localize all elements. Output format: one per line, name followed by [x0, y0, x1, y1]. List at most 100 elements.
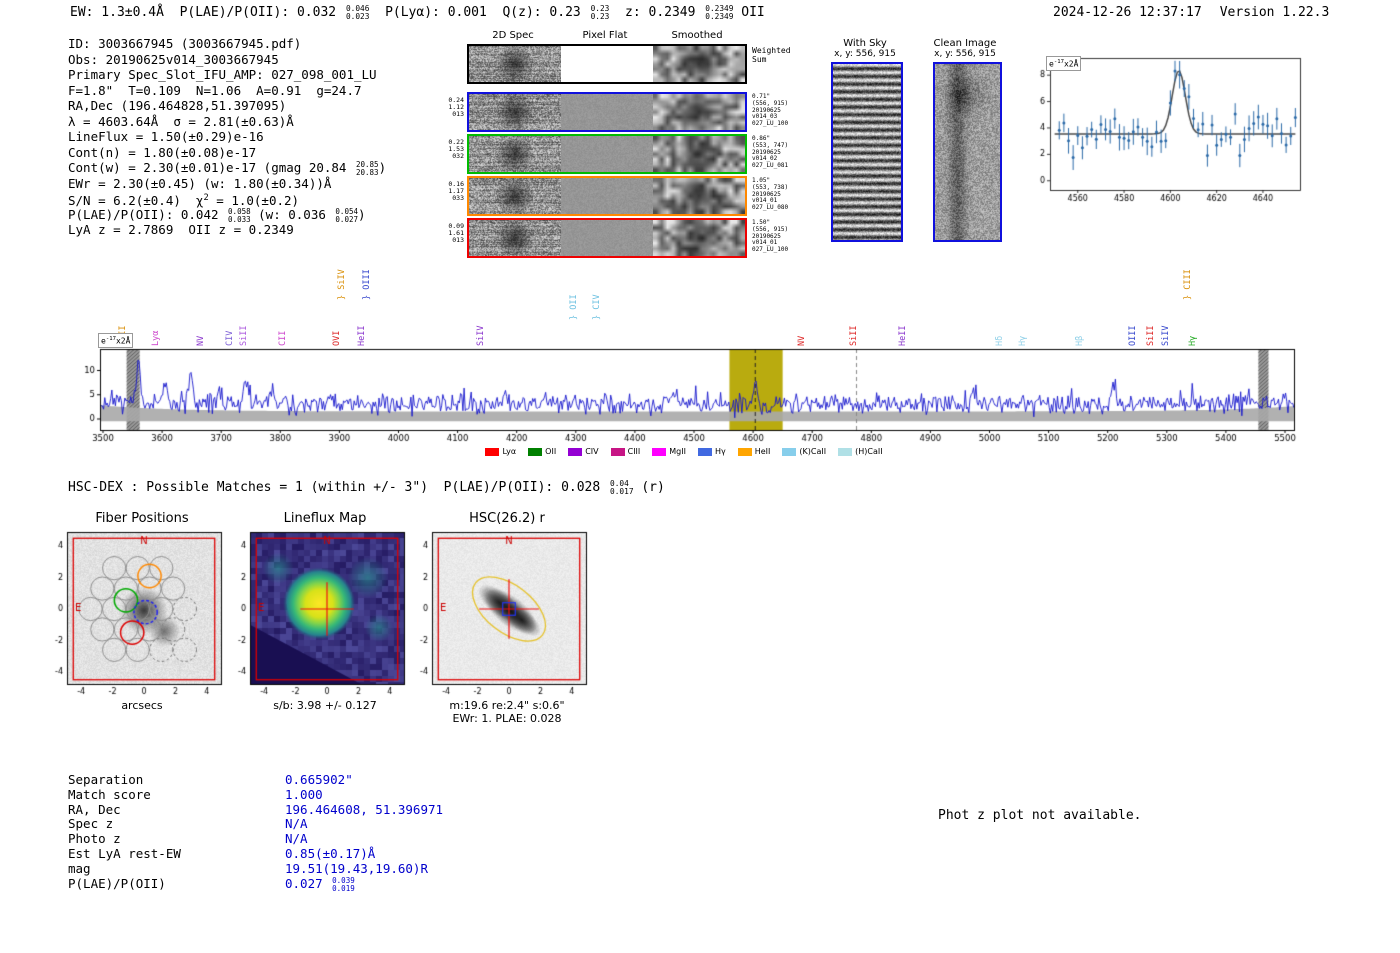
smoothed-image	[653, 178, 745, 214]
legend-swatch	[568, 447, 583, 456]
cutout-row-images	[467, 176, 747, 216]
match-field-value: 19.51(19.43,19.60)R	[285, 860, 428, 876]
legend-item: CIII	[610, 447, 641, 456]
legend-label: HeII	[754, 447, 771, 456]
legend-item: HeII	[737, 447, 771, 456]
spectral-line-label: CIV	[225, 330, 236, 346]
spectral-line-label: Hγ	[1017, 335, 1028, 346]
2d-spec-image	[469, 136, 561, 172]
smoothed-image	[653, 94, 745, 130]
cutout-row-metrics: 0.16 1.17 033	[448, 180, 464, 202]
2d-spec-image	[469, 178, 561, 214]
match-field-value: 1.000	[285, 786, 323, 802]
catalog-match-table: Separation 0.665902" Match score 1.000 RA, D…	[68, 772, 443, 893]
spectral-line-label: SiII	[1145, 325, 1156, 346]
info-line: Cont(n) = 1.80(±0.08)e-17	[68, 144, 257, 160]
with-sky-image	[831, 62, 903, 242]
pixel-flat-image	[561, 136, 653, 172]
uncertainty-range: 0.039 0.019	[332, 875, 355, 893]
spectral-line-label: } CIV	[592, 294, 603, 320]
spectrum-legend: Lyα OII CIV CIII MgII Hγ HeII (K)CaII (H)CaII	[68, 447, 1300, 456]
legend-item: CIV	[568, 447, 599, 456]
spectral-line-label: NV	[797, 335, 808, 346]
full-spectrum-plot	[68, 346, 1300, 450]
line-fit-plot	[1030, 50, 1302, 220]
spectral-line-label: } OII	[568, 294, 579, 320]
spectral-line-label: SiIV	[476, 325, 487, 346]
legend-label: MgII	[669, 447, 686, 456]
cutout-row-images	[467, 44, 747, 84]
legend-label: CIII	[627, 447, 641, 456]
cutout-row-metrics: 0.22 1.53 032	[448, 138, 464, 160]
clean-image-header: Clean Image x, y: 556, 915	[915, 38, 1015, 59]
uncertainty-range: 0.046 0.023	[345, 4, 370, 22]
match-field-label: Photo z	[68, 831, 121, 847]
legend-item: MgII	[652, 447, 686, 456]
uncertainty-range: 0.054 0.027	[335, 206, 358, 224]
uncertainty-range: 0.2349 0.2349	[705, 4, 734, 22]
legend-swatch	[697, 447, 712, 456]
smoothed-image	[653, 136, 745, 172]
match-table-row: Separation 0.665902"	[68, 772, 443, 787]
match-field-label: RA, Dec	[68, 801, 121, 817]
legend-item: (H)CaII	[838, 447, 883, 456]
legend-label: Hγ	[714, 447, 726, 456]
hsc-dex-header: HSC-DEX : Possible Matches = 1 (within +…	[68, 479, 665, 497]
spectral-line-label: Hβ	[1075, 335, 1085, 346]
legend-swatch	[610, 447, 625, 456]
cutout-column-title: Pixel Flat	[582, 30, 628, 41]
spectral-line-label: Lyα	[150, 330, 161, 346]
info-line: ID: 3003667945 (3003667945.pdf)	[68, 36, 302, 51]
spectral-line-label: CII	[278, 330, 289, 346]
cutout-row-images	[467, 218, 747, 258]
spectral-line-label: HeII	[356, 325, 367, 346]
fiber-positions-map	[33, 526, 225, 696]
pixel-flat-image	[561, 178, 653, 214]
with-sky-title: With Sky	[843, 38, 887, 49]
match-field-label: Spec z	[68, 816, 114, 832]
fiber-positions-title: Fiber Positions	[95, 511, 189, 526]
match-field-label: P(LAE)/P(OII)	[68, 875, 166, 891]
match-table-row: RA, Dec 196.464608, 51.396971	[68, 802, 443, 817]
legend-item: Hγ	[697, 447, 726, 456]
legend-item: OII	[528, 447, 556, 456]
2d-spec-image	[469, 46, 561, 82]
spectral-line-label: } OIII	[361, 269, 372, 300]
uncertainty-range: 0.23 0.23	[590, 4, 610, 22]
legend-swatch	[528, 447, 543, 456]
cutout-column-title: 2D Spec	[492, 30, 534, 41]
match-field-value: 196.464608, 51.396971	[285, 801, 444, 817]
spectral-line-label: OVI	[332, 330, 343, 346]
version-label: Version 1.22.3	[1219, 5, 1330, 20]
legend-swatch	[737, 447, 752, 456]
cutout-row-images	[467, 92, 747, 132]
hsc-cutout-caption1: m:19.6 re:2.4" s:0.6"	[449, 699, 565, 712]
2d-spectra-cutouts: 2D Spec Pixel Flat Smoothed Weighted Sum 0.24…	[443, 30, 803, 262]
match-field-value: 0.85(±0.17)Å	[285, 845, 376, 861]
spectral-line-label: Hγ	[1188, 335, 1199, 346]
clean-image-coords: x, y: 556, 915	[934, 49, 996, 59]
match-field-label: Separation	[68, 772, 144, 787]
cutout-row-info: Weighted Sum	[752, 46, 791, 64]
match-field-value: N/A	[285, 831, 308, 847]
2d-spec-image	[469, 220, 561, 256]
summary-header: EW: 1.3±0.4Å P(LAE)/P(OII): 0.032 0.046 0…	[70, 4, 765, 22]
cutout-row-info: 0.71" (556, 915) 20190625 v014_03 027_LU_100	[752, 93, 789, 128]
match-field-value: N/A	[285, 816, 308, 832]
uncertainty-range: 20.85 20.83	[355, 160, 379, 178]
cutout-row-metrics: 0.09 1.61 013	[448, 222, 464, 244]
info-line: LineFlux = 1.50(±0.29)e-16	[68, 129, 264, 144]
uncertainty-range: 0.04 0.017	[610, 479, 634, 497]
smoothed-image	[653, 220, 745, 256]
match-table-row: Photo z N/A	[68, 831, 443, 846]
legend-swatch	[652, 447, 667, 456]
clean-image	[933, 62, 1002, 242]
info-line: LyA z = 2.7869 OII z = 0.2349	[68, 222, 294, 237]
lineflux-map-caption: s/b: 3.98 +/- 0.127	[273, 699, 377, 712]
match-field-label: Est LyA rest-EW	[68, 845, 181, 861]
timestamp-version: 2024-12-26 12:37:17 Version 1.22.3	[1053, 5, 1329, 20]
info-line: EWr = 2.30(±0.45) (w: 1.80(±0.34))Å	[68, 175, 332, 191]
spectral-line-label: SiII	[238, 325, 249, 346]
cutout-row-info: 0.86" (553, 747) 20190625 v014_02 027_LU_081	[752, 135, 789, 170]
info-line: S/N = 6.2(±0.4) χ2 = 1.0(±0.2)	[68, 193, 300, 209]
